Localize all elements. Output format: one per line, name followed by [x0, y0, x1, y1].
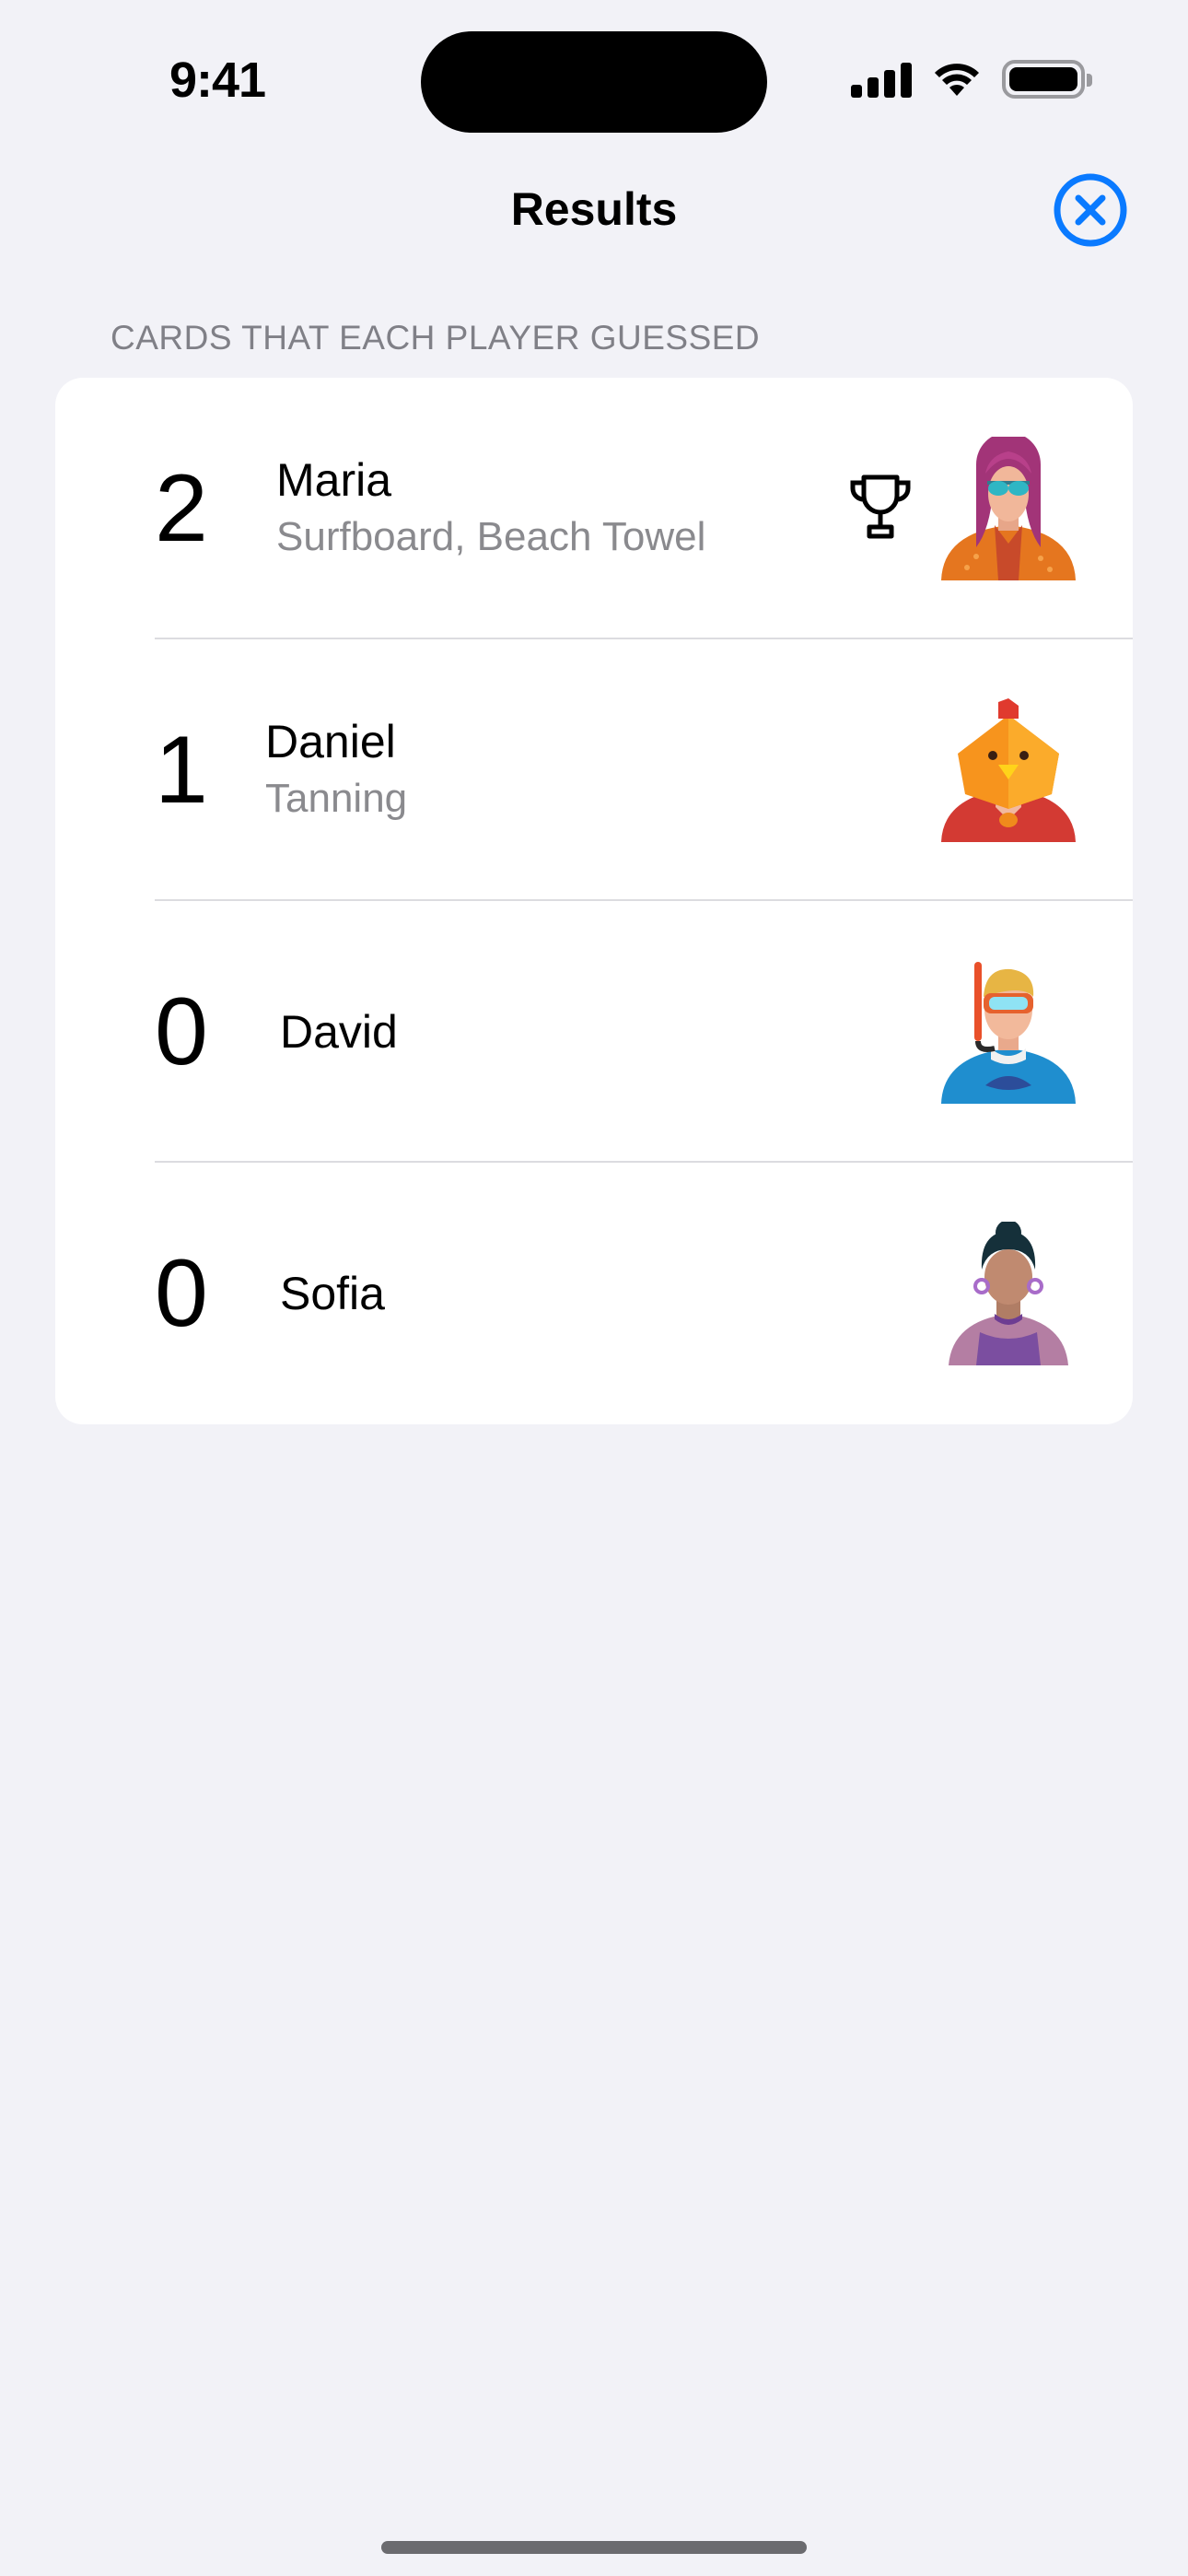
cellular-signal-icon: [851, 61, 912, 98]
player-score: 0: [155, 1240, 208, 1347]
player-name: Daniel: [265, 716, 396, 767]
section-header: CARDS THAT EACH PLAYER GUESSED: [111, 319, 761, 357]
status-time: 9:41: [169, 53, 266, 108]
player-name: Maria: [276, 454, 392, 506]
status-bar: 9:41: [0, 0, 1188, 157]
battery-icon: [1002, 60, 1092, 99]
page-title: Results: [510, 183, 678, 235]
results-list: 2 Maria Surfboard, Beach Towel 1 Daniel …: [55, 378, 1133, 1424]
player-row-maria[interactable]: 2 Maria Surfboard, Beach Towel: [55, 378, 1133, 639]
player-row-daniel[interactable]: 1 Daniel Tanning: [55, 639, 1133, 901]
dynamic-island: [421, 31, 767, 133]
player-row-sofia[interactable]: 0 Sofia: [55, 1163, 1133, 1424]
chicken-costume-avatar: [941, 698, 1076, 842]
player-score: 0: [155, 978, 208, 1085]
player-row-david[interactable]: 0 David: [55, 901, 1133, 1163]
woman-earrings-avatar: [949, 1222, 1068, 1365]
close-button[interactable]: [1053, 172, 1128, 248]
player-score: 1: [155, 717, 208, 824]
xmark-circle-icon: [1054, 173, 1127, 247]
wifi-icon: [935, 64, 979, 96]
woman-sunglasses-avatar: [941, 437, 1076, 580]
player-score: 2: [155, 455, 208, 562]
trophy-icon: [850, 474, 911, 539]
player-name: Sofia: [280, 1268, 385, 1319]
player-name: David: [280, 1006, 398, 1058]
player-guessed-cards: Surfboard, Beach Towel: [276, 514, 706, 559]
home-indicator[interactable]: [381, 2541, 807, 2554]
status-icons: [851, 57, 1092, 101]
snorkel-diver-avatar: [941, 962, 1076, 1104]
player-guessed-cards: Tanning: [265, 776, 408, 821]
